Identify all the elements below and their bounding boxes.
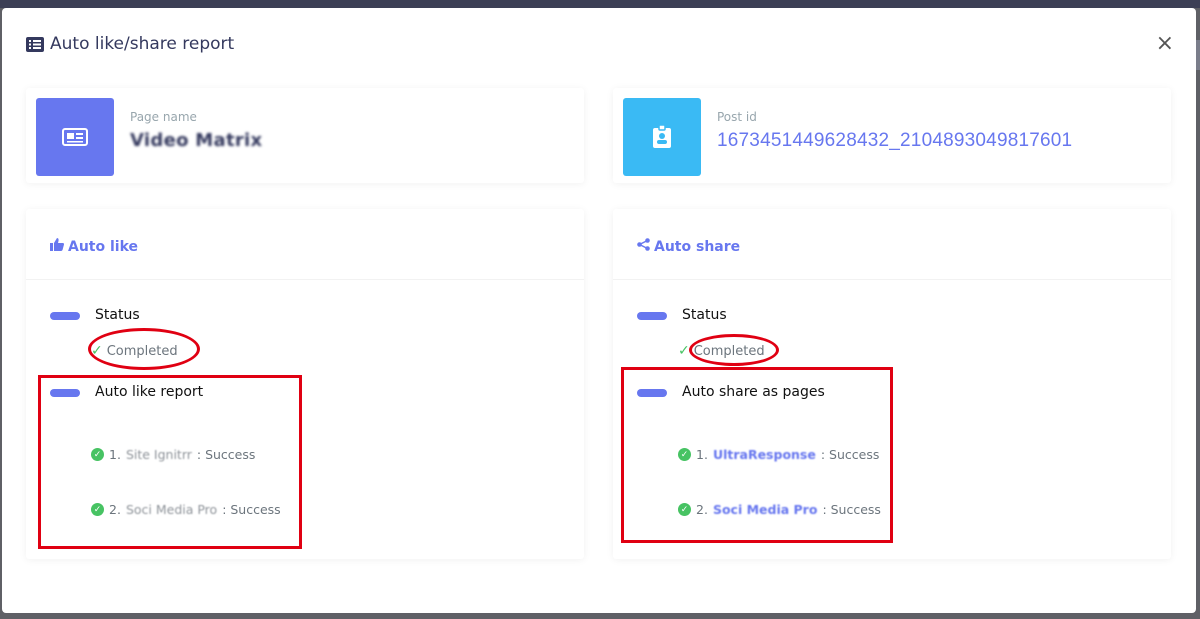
thumbs-up-icon	[50, 238, 64, 255]
highlight-ellipse-like-status	[88, 328, 200, 370]
close-button[interactable]: ×	[1156, 33, 1174, 55]
report-modal: Auto like/share report × Page name Video…	[2, 8, 1196, 613]
auto-like-title-text: Auto like	[68, 238, 139, 255]
post-id-value[interactable]: 1673451449628432_2104893049817601	[717, 130, 1072, 152]
page-name-value: Video Matrix	[130, 130, 263, 151]
highlight-box-share-report	[621, 367, 893, 543]
page-name-card: Page name Video Matrix	[26, 88, 584, 183]
highlight-ellipse-share-status	[689, 334, 779, 366]
auto-like-status-label: Status	[95, 307, 140, 323]
auto-share-status-label: Status	[682, 307, 727, 323]
auto-share-title-text: Auto share	[654, 238, 741, 255]
post-id-card: Post id 1673451449628432_210489304981760…	[613, 88, 1171, 183]
id-badge-icon	[623, 98, 701, 176]
page-name-label: Page name	[130, 110, 197, 124]
list-icon	[26, 36, 44, 52]
auto-like-header: Auto like	[26, 209, 584, 280]
check-icon: ✓	[678, 343, 690, 359]
background-page-header	[0, 0, 1200, 8]
modal-title: Auto like/share report	[26, 34, 234, 54]
post-id-label: Post id	[717, 110, 757, 124]
share-icon	[637, 238, 650, 255]
modal-header: Auto like/share report ×	[2, 8, 1196, 82]
newspaper-icon	[36, 98, 114, 176]
background-scroll-mark	[1196, 40, 1200, 70]
status-bullet	[50, 312, 80, 320]
modal-title-text: Auto like/share report	[50, 34, 235, 54]
status-bullet	[637, 312, 667, 320]
auto-share-title: Auto share	[637, 238, 740, 255]
auto-like-title: Auto like	[50, 238, 138, 255]
auto-share-header: Auto share	[613, 209, 1171, 280]
highlight-box-like-report	[38, 375, 302, 549]
